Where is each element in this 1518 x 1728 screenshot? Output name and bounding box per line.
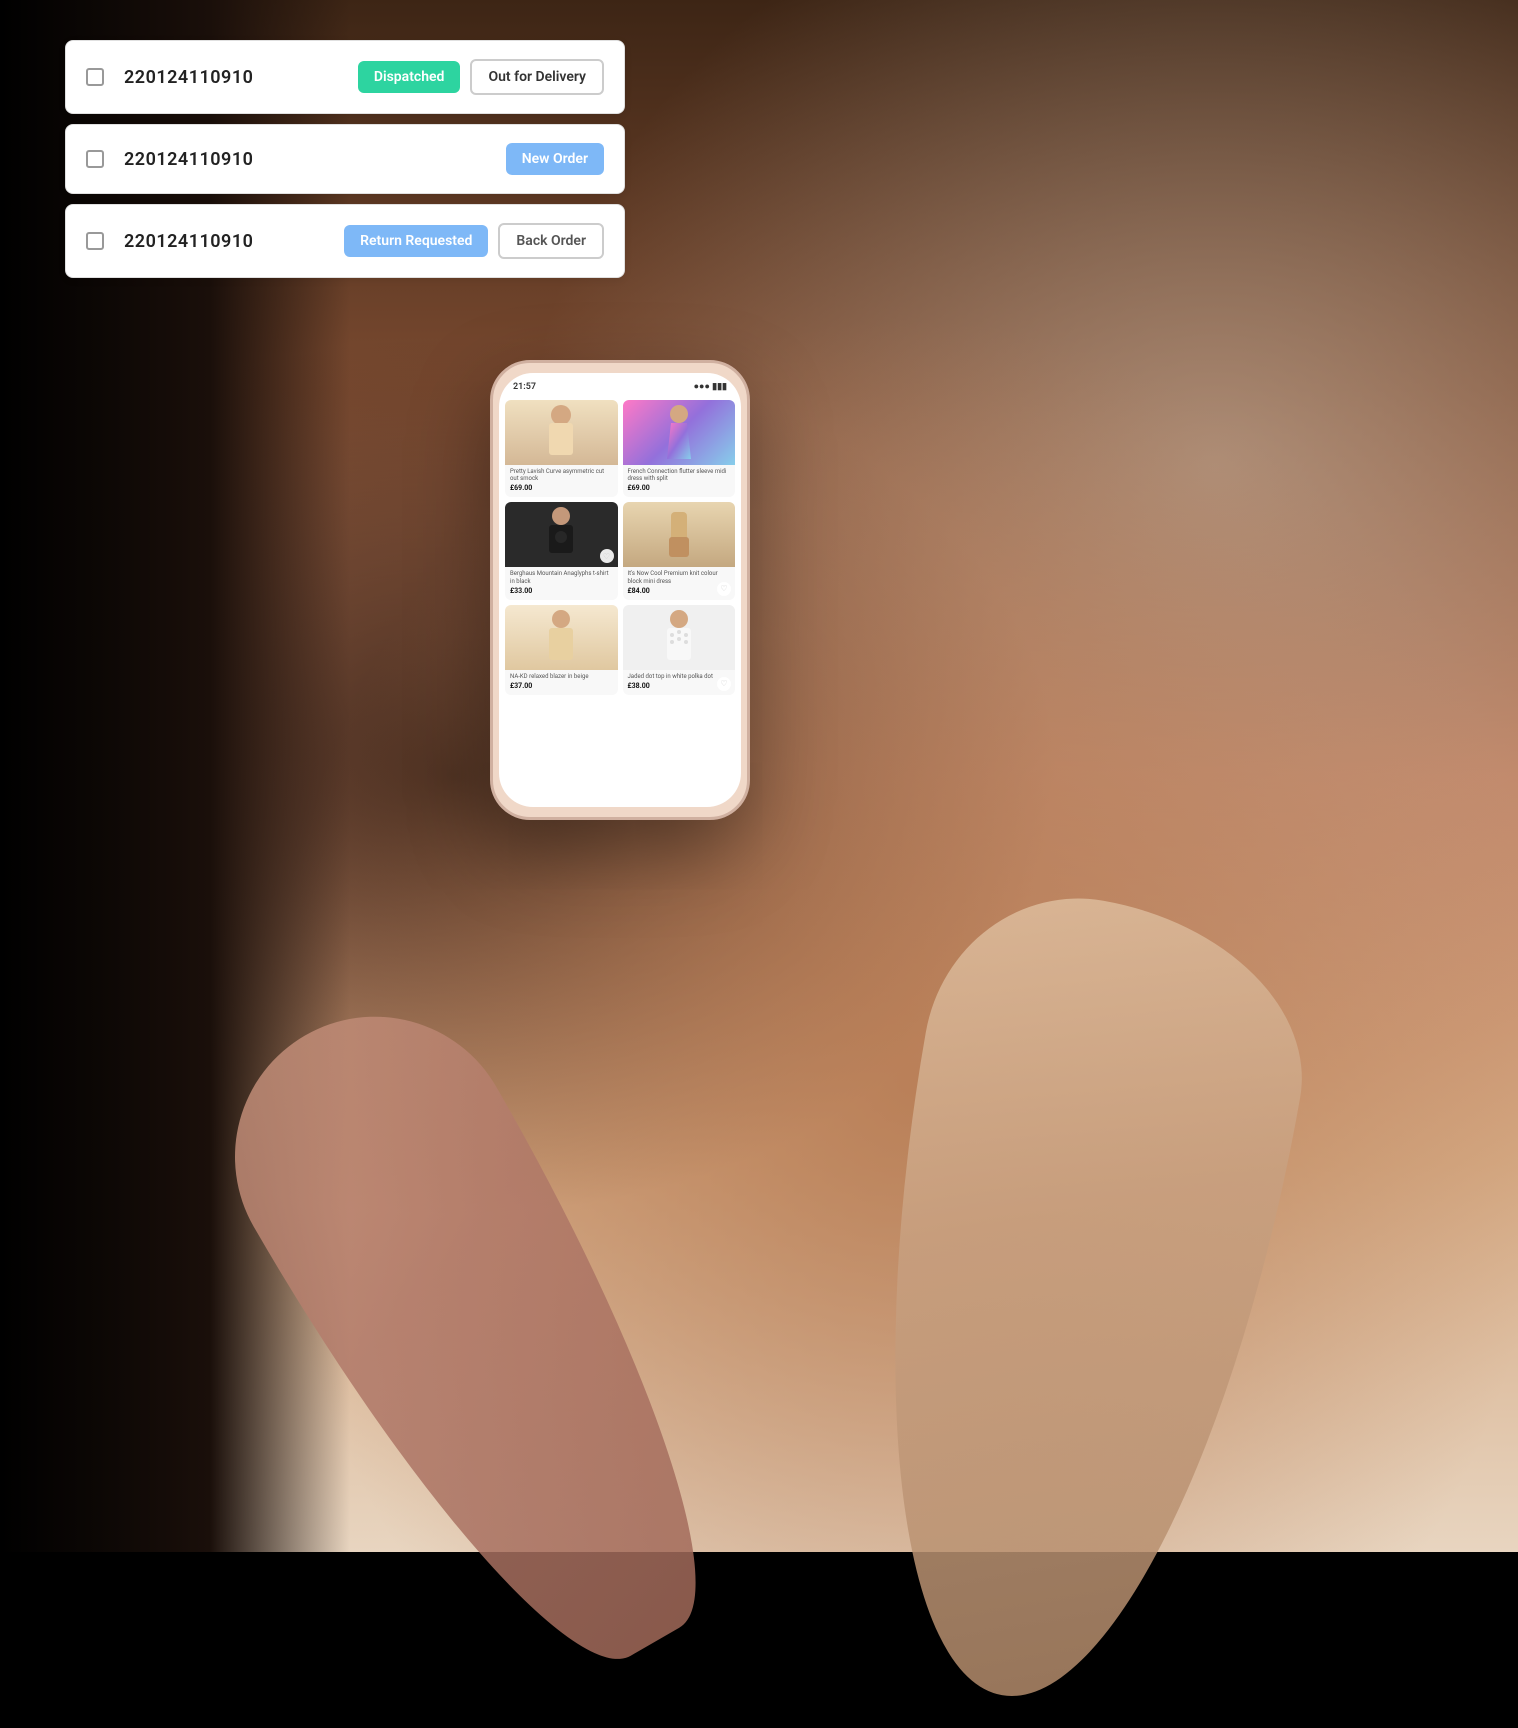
phone-product-card-1[interactable]: Pretty Lavish Curve asymmetric cut out s…: [505, 400, 618, 497]
product-info-2: French Connection flutter sleeve midi dr…: [623, 465, 736, 497]
heart-icon-4[interactable]: ♡: [717, 582, 731, 596]
phone-product-card-6[interactable]: ♡ Jaded dot top in white polka dot £38.0…: [623, 605, 736, 695]
badge-out-for-delivery[interactable]: Out for Delivery: [470, 59, 604, 95]
product-title-2: French Connection flutter sleeve midi dr…: [628, 468, 731, 482]
product-price-6: £38.00: [628, 682, 731, 690]
product-title-3: Berghaus Mountain Anaglyphs t-shirt in b…: [510, 570, 613, 584]
heart-icon-6[interactable]: ♡: [717, 677, 731, 691]
order-row-2: 220124110910 New Order: [65, 124, 625, 194]
heart-icon-3[interactable]: ♡: [600, 549, 614, 563]
phone-product-card-3[interactable]: ♡ Berghaus Mountain Anaglyphs t-shirt in…: [505, 502, 618, 599]
product-price-1: £69.00: [510, 484, 613, 492]
phone-screen: 21:57 ●●● ▮▮▮ Pretty Lavish Curve asymme…: [499, 373, 741, 807]
order-badges-3: Return Requested Back Order: [344, 223, 604, 259]
order-row-3: 220124110910 Return Requested Back Order: [65, 204, 625, 278]
phone-status-bar: 21:57 ●●● ▮▮▮: [499, 373, 741, 396]
product-title-1: Pretty Lavish Curve asymmetric cut out s…: [510, 468, 613, 482]
order-id-2: 220124110910: [124, 149, 486, 170]
product-price-2: £69.00: [628, 484, 731, 492]
phone-product-card-2[interactable]: French Connection flutter sleeve midi dr…: [623, 400, 736, 497]
order-badges-1: Dispatched Out for Delivery: [358, 59, 604, 95]
product-image-6: ♡: [623, 605, 736, 670]
order-id-3: 220124110910: [124, 231, 324, 252]
phone-signal: ●●● ▮▮▮: [694, 381, 727, 392]
product-title-4: It's Now Cool Premium knit colour block …: [628, 570, 731, 584]
phone-product-card-5[interactable]: NA-KD relaxed blazer in beige £37.00: [505, 605, 618, 695]
badge-dispatched[interactable]: Dispatched: [358, 61, 461, 93]
product-price-4: £84.00: [628, 587, 731, 595]
product-image-5: [505, 605, 618, 670]
product-image-2: [623, 400, 736, 465]
phone-mockup: 21:57 ●●● ▮▮▮ Pretty Lavish Curve asymme…: [490, 360, 750, 820]
badge-return-requested[interactable]: Return Requested: [344, 225, 488, 257]
order-checkbox-1[interactable]: [86, 68, 104, 86]
phone-frame: 21:57 ●●● ▮▮▮ Pretty Lavish Curve asymme…: [490, 360, 750, 820]
order-checkbox-2[interactable]: [86, 150, 104, 168]
order-checkbox-3[interactable]: [86, 232, 104, 250]
product-price-3: £33.00: [510, 587, 613, 595]
order-row-1: 220124110910 Dispatched Out for Delivery: [65, 40, 625, 114]
product-info-5: NA-KD relaxed blazer in beige £37.00: [505, 670, 618, 695]
phone-time: 21:57: [513, 382, 536, 392]
product-info-3: Berghaus Mountain Anaglyphs t-shirt in b…: [505, 567, 618, 599]
order-badges-2: New Order: [506, 143, 604, 175]
order-id-1: 220124110910: [124, 67, 338, 88]
order-panel: 220124110910 Dispatched Out for Delivery…: [55, 30, 635, 298]
product-title-6: Jaded dot top in white polka dot: [628, 673, 731, 680]
product-image-4: ♡: [623, 502, 736, 567]
product-title-5: NA-KD relaxed blazer in beige: [510, 673, 613, 680]
product-image-3: ♡: [505, 502, 618, 567]
badge-new-order[interactable]: New Order: [506, 143, 604, 175]
badge-back-order[interactable]: Back Order: [498, 223, 604, 259]
product-info-1: Pretty Lavish Curve asymmetric cut out s…: [505, 465, 618, 497]
product-image-1: [505, 400, 618, 465]
phone-product-card-4[interactable]: ♡ It's Now Cool Premium knit colour bloc…: [623, 502, 736, 599]
product-price-5: £37.00: [510, 682, 613, 690]
phone-product-grid: Pretty Lavish Curve asymmetric cut out s…: [499, 396, 741, 699]
